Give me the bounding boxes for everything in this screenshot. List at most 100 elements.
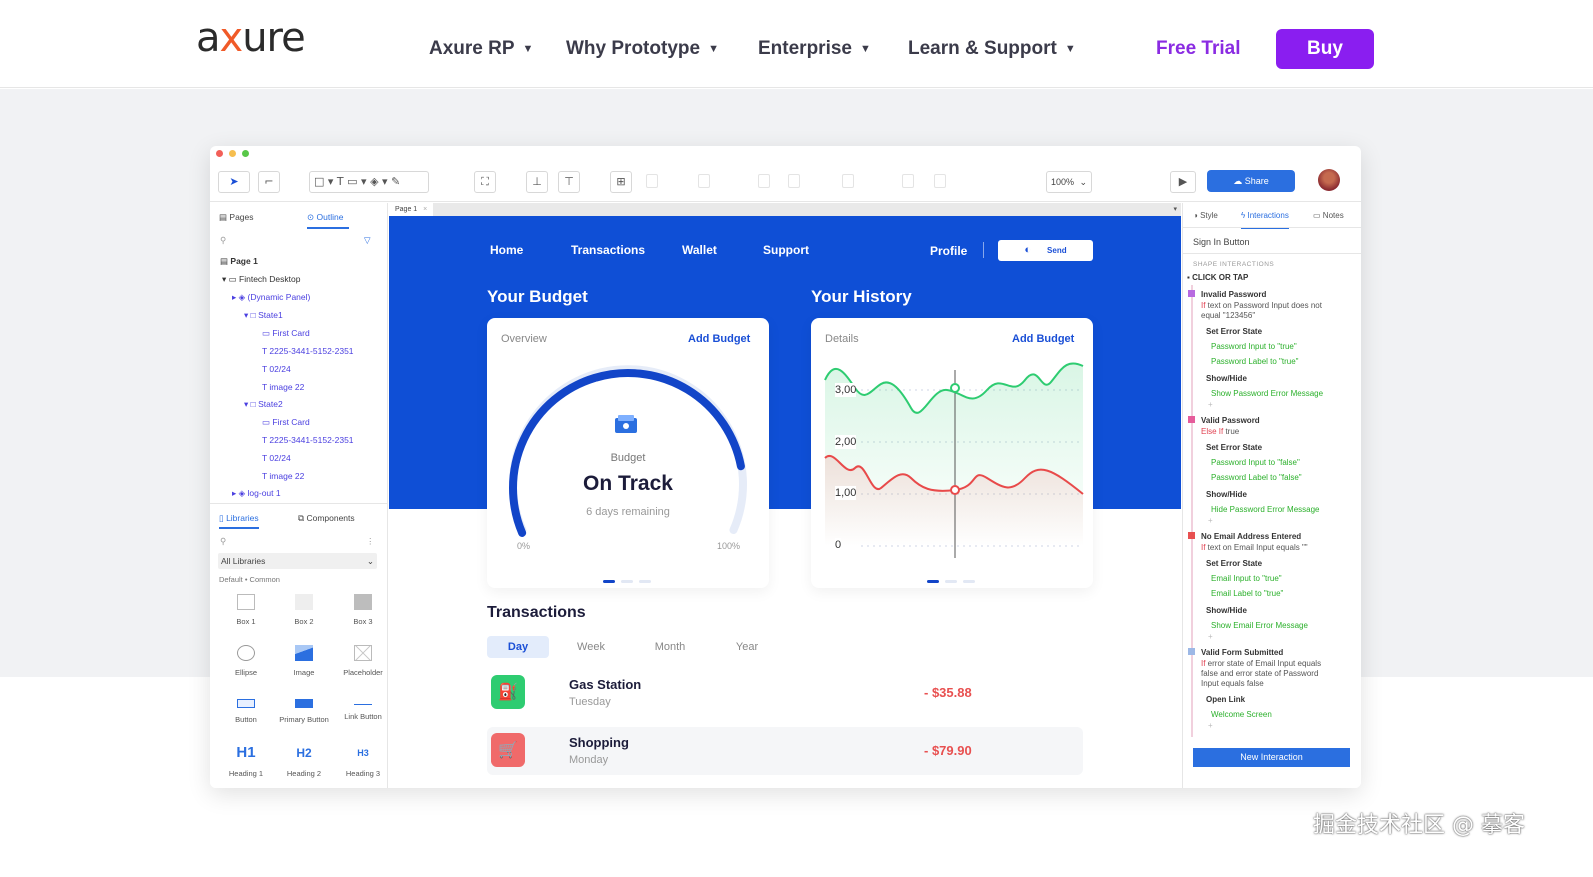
tree-item[interactable]: T 02/24 bbox=[262, 452, 291, 464]
ungroup-icon[interactable] bbox=[646, 174, 658, 188]
align-middle-icon[interactable] bbox=[902, 174, 914, 188]
tree-item[interactable]: ▭ First Card bbox=[262, 416, 310, 428]
case-condition[interactable]: If text on Email Input equals "" bbox=[1201, 543, 1308, 553]
action-target[interactable]: Password Input to "true" bbox=[1211, 342, 1297, 352]
action-target[interactable]: Email Input to "true" bbox=[1211, 574, 1282, 584]
case-condition[interactable]: Else If true bbox=[1201, 427, 1239, 437]
mock-nav-transactions[interactable]: Transactions bbox=[571, 243, 645, 257]
action-name[interactable]: Set Error State bbox=[1206, 443, 1262, 453]
green-cursor-point[interactable] bbox=[950, 383, 960, 393]
distribute-icon[interactable]: ⊤ bbox=[558, 171, 580, 193]
page-tab[interactable]: Page 1 × bbox=[389, 203, 434, 216]
new-interaction-button[interactable]: New Interaction bbox=[1193, 748, 1350, 767]
align-bottom-icon[interactable] bbox=[934, 174, 946, 188]
add-action-icon[interactable]: + bbox=[1208, 632, 1213, 642]
align-icon[interactable]: ⊥ bbox=[526, 171, 548, 193]
case-condition[interactable]: If error state of Email Input equals bbox=[1201, 659, 1321, 669]
add-action-icon[interactable]: + bbox=[1208, 400, 1213, 410]
tab-style[interactable]: ◑ Style bbox=[1193, 211, 1218, 221]
share-button[interactable]: ☁ Share bbox=[1207, 170, 1295, 192]
case-title[interactable]: Valid Password bbox=[1201, 416, 1260, 426]
action-name[interactable]: Show/Hide bbox=[1206, 374, 1247, 384]
widget-item[interactable]: H3 Heading 3 bbox=[337, 742, 389, 788]
align-right-icon[interactable] bbox=[788, 174, 800, 188]
action-name[interactable]: Set Error State bbox=[1206, 327, 1262, 337]
nav-learn-support[interactable]: Learn & Support ▼ bbox=[908, 38, 1076, 60]
carousel-dot-active[interactable] bbox=[927, 580, 939, 583]
action-name[interactable]: Open Link bbox=[1206, 695, 1245, 705]
tree-item[interactable]: ▾ ▭ Fintech Desktop bbox=[222, 273, 300, 285]
connector-tool-icon[interactable]: ⌐ bbox=[258, 171, 280, 193]
action-target[interactable]: Hide Password Error Message bbox=[1211, 505, 1319, 515]
widget-item[interactable]: H1 Heading 1 bbox=[220, 742, 272, 788]
tab-notes[interactable]: ▭ Notes bbox=[1313, 211, 1344, 221]
transaction-row[interactable]: 🛒 Shopping Monday - $79.90 bbox=[487, 727, 1083, 775]
action-target[interactable]: Show Password Error Message bbox=[1211, 389, 1323, 399]
carousel-dot-active[interactable] bbox=[603, 580, 615, 583]
window-close-dot[interactable] bbox=[216, 150, 223, 157]
more-icon[interactable]: ⋮ bbox=[366, 535, 375, 547]
close-icon[interactable]: × bbox=[423, 206, 427, 213]
group-icon[interactable]: ⊞ bbox=[610, 171, 632, 193]
action-target[interactable]: Email Label to "true" bbox=[1211, 589, 1283, 599]
layers-icon[interactable]: ◈ bbox=[370, 175, 378, 188]
send-button[interactable]: ◐ Send bbox=[998, 240, 1093, 261]
widget-item[interactable]: Box 3 bbox=[337, 590, 389, 636]
add-action-icon[interactable]: + bbox=[1208, 516, 1213, 526]
preview-play-icon[interactable]: ▶ bbox=[1170, 171, 1196, 193]
mock-nav-profile[interactable]: Profile bbox=[930, 244, 967, 258]
mock-nav-home[interactable]: Home bbox=[490, 243, 523, 257]
widget-name-field[interactable]: Sign In Button bbox=[1193, 237, 1250, 247]
carousel-dot[interactable] bbox=[963, 580, 975, 583]
add-action-icon[interactable]: + bbox=[1208, 721, 1213, 731]
mock-nav-wallet[interactable]: Wallet bbox=[682, 243, 717, 257]
design-canvas[interactable]: Page 1 × ▾ Home Transactions Wallet Supp… bbox=[389, 203, 1181, 788]
window-maximize-dot[interactable] bbox=[242, 150, 249, 157]
widget-item[interactable]: Link Button bbox=[337, 691, 389, 737]
carousel-dot[interactable] bbox=[639, 580, 651, 583]
zoom-select[interactable]: 100% ⌄ bbox=[1046, 171, 1092, 193]
library-filter[interactable]: Default • Common bbox=[219, 574, 280, 586]
tree-item[interactable]: T image 22 bbox=[262, 381, 304, 393]
carousel-dot[interactable] bbox=[621, 580, 633, 583]
tree-item[interactable]: ▭ First Card bbox=[262, 327, 310, 339]
event-header[interactable]: ▪ CLICK OR TAP bbox=[1187, 273, 1248, 283]
action-target[interactable]: Password Label to "true" bbox=[1211, 357, 1299, 367]
widget-item[interactable]: H2 Heading 2 bbox=[278, 742, 330, 788]
tree-item[interactable]: T 02/24 bbox=[262, 363, 291, 375]
tree-item[interactable]: ▤ Page 1 bbox=[220, 255, 258, 267]
tree-item[interactable]: T 2225-3441-5152-2351 bbox=[262, 345, 354, 357]
case-title[interactable]: No Email Address Entered bbox=[1201, 532, 1301, 542]
action-target[interactable]: Welcome Screen bbox=[1211, 710, 1272, 720]
search-icon[interactable]: ⚲ bbox=[220, 535, 226, 547]
action-target[interactable]: Show Email Error Message bbox=[1211, 621, 1308, 631]
crop-icon[interactable]: ⛶ bbox=[474, 171, 496, 193]
action-name[interactable]: Show/Hide bbox=[1206, 490, 1247, 500]
tab-month[interactable]: Month bbox=[640, 636, 700, 658]
select-tool-icon[interactable]: ➤ bbox=[218, 171, 250, 193]
tab-components[interactable]: ⧉ Components bbox=[298, 512, 355, 524]
tab-libraries[interactable]: ▯ Libraries bbox=[219, 512, 259, 529]
nav-enterprise[interactable]: Enterprise ▼ bbox=[758, 38, 871, 60]
widget-item[interactable]: Box 1 bbox=[220, 590, 272, 636]
shape-tools-group[interactable]: □ ▾ T ▭ ▾ ◈ ▾ ✎ bbox=[309, 171, 429, 193]
widget-item[interactable]: Box 2 bbox=[278, 590, 330, 636]
mock-nav-support[interactable]: Support bbox=[763, 243, 809, 257]
case-title[interactable]: Invalid Password bbox=[1201, 290, 1266, 300]
tree-item[interactable]: ▸ ◈ log-out 1 bbox=[232, 487, 281, 499]
tab-day[interactable]: Day bbox=[487, 636, 549, 658]
text-icon[interactable]: T bbox=[337, 175, 344, 188]
case-title[interactable]: Valid Form Submitted bbox=[1201, 648, 1283, 658]
carousel-dot[interactable] bbox=[945, 580, 957, 583]
user-avatar[interactable] bbox=[1318, 169, 1340, 191]
red-cursor-point[interactable] bbox=[950, 485, 960, 495]
tab-pages[interactable]: ▤ Pages bbox=[219, 211, 254, 223]
tree-item[interactable]: ▸ ◈ (Dynamic Panel) bbox=[232, 291, 310, 303]
tab-outline[interactable]: ⊙ Outline bbox=[307, 211, 349, 229]
widget-item[interactable]: Ellipse bbox=[220, 641, 272, 687]
widget-item[interactable]: Primary Button bbox=[278, 691, 330, 737]
case-condition[interactable]: If text on Password Input does not bbox=[1201, 301, 1322, 311]
widget-item[interactable]: Placeholder bbox=[337, 641, 389, 687]
search-icon[interactable]: ⚲ bbox=[220, 234, 226, 246]
hotspot-icon[interactable]: ▭ bbox=[347, 175, 357, 188]
